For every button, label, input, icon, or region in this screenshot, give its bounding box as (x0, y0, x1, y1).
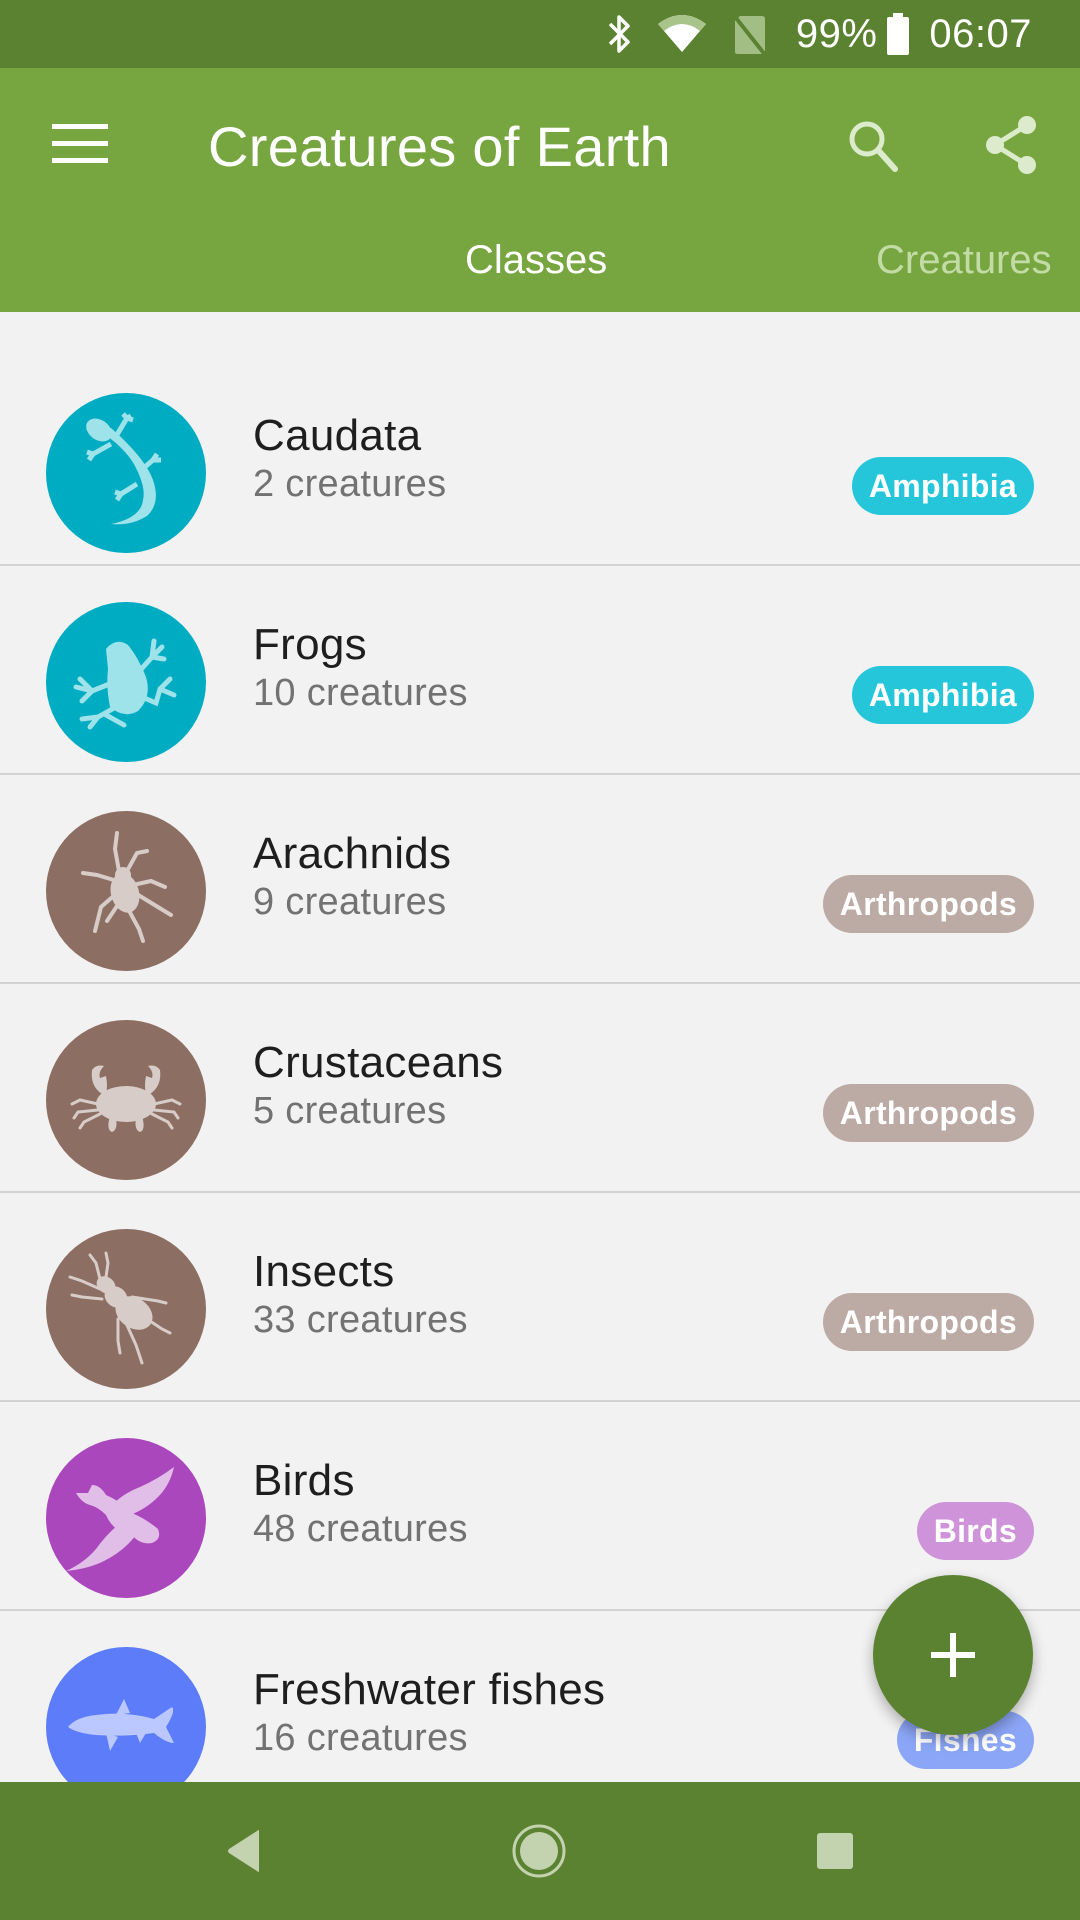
tab-bar: Classes Creatures (0, 220, 1080, 312)
avatar (46, 1438, 206, 1598)
creature-count: 33 creatures (253, 1299, 468, 1341)
list-item[interactable]: Caudata 2 creatures Amphibia (0, 357, 1080, 566)
avatar (46, 602, 206, 762)
fish-icon (68, 1699, 174, 1751)
category-badge: Amphibia (851, 666, 1034, 724)
avatar (46, 811, 206, 971)
list-item[interactable]: Birds 48 creatures Birds (0, 1402, 1080, 1611)
list-item[interactable]: Frogs 10 creatures Amphibia (0, 566, 1080, 775)
creature-count: 2 creatures (253, 463, 447, 505)
class-name: Birds (253, 1456, 355, 1505)
share-button[interactable] (976, 110, 1046, 180)
creature-count: 5 creatures (253, 1090, 447, 1132)
category-badge: Amphibia (851, 457, 1034, 515)
add-class-button[interactable] (873, 1575, 1033, 1735)
creature-count: 48 creatures (253, 1508, 468, 1550)
menu-button[interactable] (40, 112, 120, 176)
class-name: Crustaceans (253, 1038, 504, 1087)
creature-count: 10 creatures (253, 672, 468, 714)
list-item[interactable]: Insects 33 creatures Arthropods (0, 1193, 1080, 1402)
crab-icon (70, 1065, 182, 1132)
screen: 99% 06:07 Creatures of Earth Classes Cre… (0, 0, 1080, 1920)
avatar (46, 393, 206, 553)
frog-icon (73, 638, 177, 730)
category-badge: Birds (916, 1502, 1034, 1560)
tab-classes[interactable]: Classes (465, 238, 607, 283)
class-name: Arachnids (253, 829, 452, 878)
category-badge: Arthropods (822, 1293, 1034, 1351)
salamander-icon (86, 412, 161, 525)
wifi-icon (656, 12, 708, 56)
hamburger-menu-icon (52, 124, 108, 163)
creature-count: 16 creatures (253, 1717, 468, 1759)
list-item[interactable]: Crustaceans 5 creatures Arthropods (0, 984, 1080, 1193)
app-title: Creatures of Earth (208, 115, 671, 178)
category-badge: Arthropods (822, 875, 1034, 933)
list-item[interactable]: Arachnids 9 creatures Arthropods (0, 775, 1080, 984)
plus-icon (931, 1633, 975, 1677)
class-name: Freshwater fishes (253, 1665, 606, 1714)
avatar (46, 1229, 206, 1389)
bluetooth-icon (604, 12, 634, 56)
recents-square-icon (817, 1833, 853, 1869)
creature-count: 9 creatures (253, 881, 447, 923)
system-nav-bar (0, 1782, 1080, 1920)
battery-icon (885, 11, 911, 57)
status-bar: 99% 06:07 (0, 0, 1080, 68)
battery-percent: 99% (795, 11, 878, 56)
search-button[interactable] (838, 110, 908, 180)
category-badge: Arthropods (822, 1084, 1034, 1142)
beetle-icon (68, 1251, 172, 1365)
recents-button[interactable] (790, 1806, 880, 1896)
app-bar: Creatures of Earth Classes Creatures (0, 68, 1080, 312)
search-icon (849, 121, 898, 172)
bird-icon (66, 1467, 174, 1571)
no-sim-icon (730, 12, 770, 56)
class-name: Insects (253, 1247, 395, 1296)
home-button[interactable] (494, 1806, 584, 1896)
back-button[interactable] (200, 1806, 290, 1896)
home-circle-icon (512, 1824, 566, 1878)
class-name: Frogs (253, 620, 367, 669)
spider-icon (81, 831, 173, 943)
tab-creatures[interactable]: Creatures (876, 238, 1052, 283)
share-icon (986, 116, 1036, 174)
class-name: Caudata (253, 411, 422, 460)
back-triangle-icon (228, 1830, 259, 1872)
avatar (46, 1020, 206, 1180)
clock: 06:07 (929, 11, 1032, 56)
